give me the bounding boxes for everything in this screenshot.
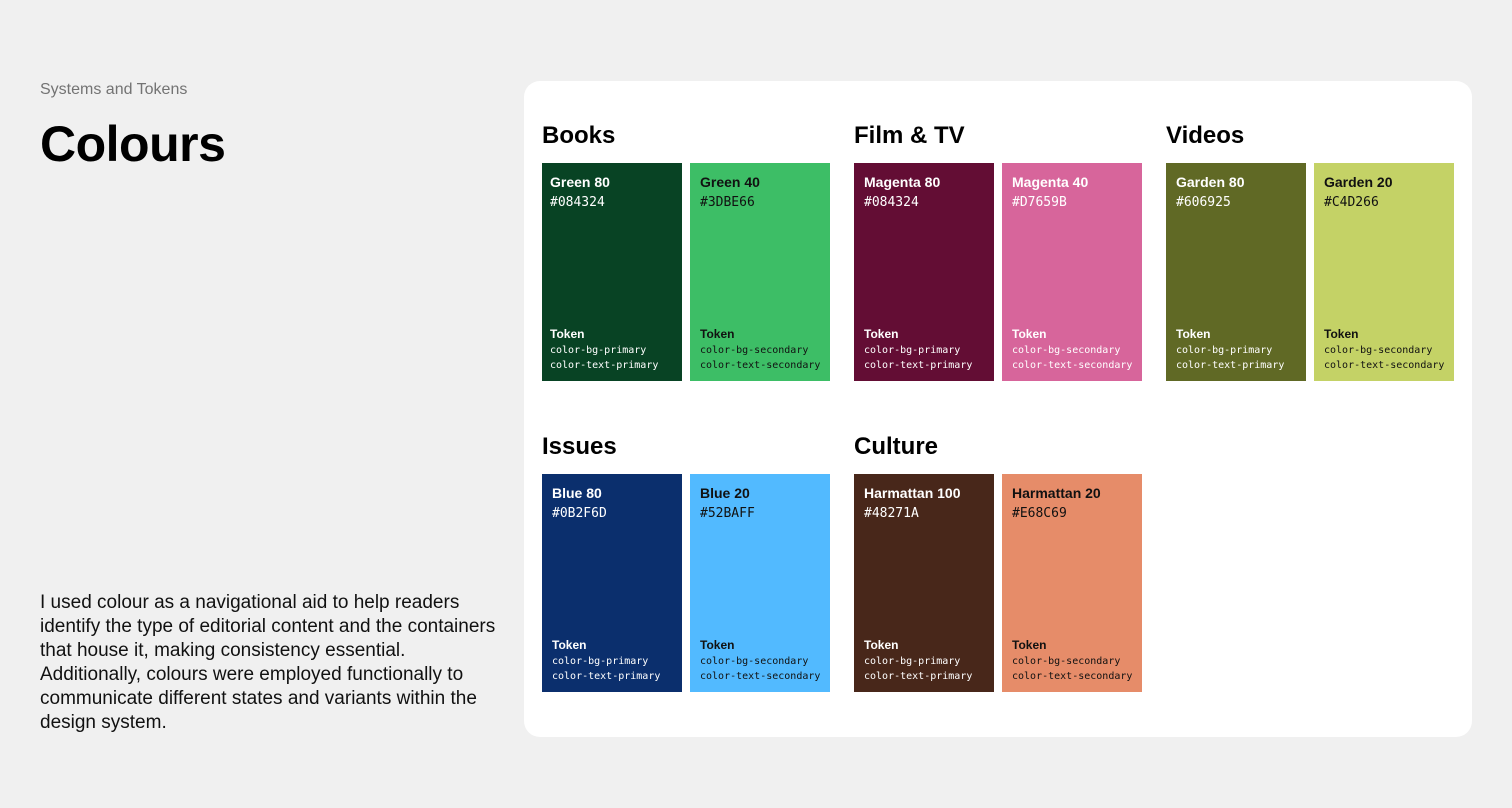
swatch-name: Magenta 80 (864, 174, 941, 190)
token-block: Token color-bg-primary color-text-primar… (1176, 326, 1284, 373)
token-block: Token color-bg-secondary color-text-seco… (700, 326, 820, 373)
swatch-hex: #48271A (864, 506, 919, 521)
token-text: color-text-secondary (1012, 360, 1133, 371)
swatch-name: Blue 80 (552, 485, 602, 501)
token-block: Token color-bg-primary color-text-primar… (864, 326, 972, 373)
token-block: Token color-bg-secondary color-text-seco… (1012, 637, 1132, 684)
swatch-hex: #E68C69 (1012, 506, 1067, 521)
token-bg: color-bg-secondary (700, 656, 809, 667)
colour-palette-card: Books Green 80 #084324 Token color-bg-pr… (524, 81, 1472, 737)
swatch-harmattan-100: Harmattan 100 #48271A Token color-bg-pri… (854, 474, 994, 692)
token-bg: color-bg-primary (552, 656, 649, 667)
token-block: Token color-bg-primary color-text-primar… (550, 326, 658, 373)
token-label: Token (1012, 327, 1047, 341)
token-text: color-text-secondary (700, 360, 821, 371)
token-text: color-text-primary (864, 671, 973, 682)
token-block: Token color-bg-primary color-text-primar… (864, 637, 972, 684)
swatch-magenta-80: Magenta 80 #084324 Token color-bg-primar… (854, 163, 994, 381)
token-label: Token (864, 638, 899, 652)
token-text: color-text-secondary (1012, 671, 1133, 682)
swatch-hex: #0B2F6D (552, 506, 607, 521)
swatch-hex: #084324 (550, 195, 605, 210)
swatch-name: Garden 80 (1176, 174, 1245, 190)
token-text: color-text-primary (1176, 360, 1285, 371)
token-bg: color-bg-primary (864, 345, 961, 356)
group-title: Videos (1166, 122, 1245, 149)
token-block: Token color-bg-secondary color-text-seco… (1324, 326, 1444, 373)
token-label: Token (552, 638, 587, 652)
swatch-hex: #084324 (864, 195, 919, 210)
token-text: color-text-secondary (700, 671, 821, 682)
token-bg: color-bg-secondary (1324, 345, 1433, 356)
page-eyebrow: Systems and Tokens (40, 81, 188, 98)
swatch-green-40: Green 40 #3DBE66 Token color-bg-secondar… (690, 163, 830, 381)
group-title: Issues (542, 433, 617, 460)
group-title: Film & TV (854, 122, 965, 149)
token-block: Token color-bg-secondary color-text-seco… (1012, 326, 1132, 373)
token-bg: color-bg-secondary (1012, 345, 1121, 356)
swatch-hex: #D7659B (1012, 195, 1067, 210)
swatch-blue-80: Blue 80 #0B2F6D Token color-bg-primary c… (542, 474, 682, 692)
page-title: Colours (40, 116, 226, 172)
swatch-name: Green 80 (550, 174, 610, 190)
token-block: Token color-bg-secondary color-text-seco… (700, 637, 820, 684)
swatch-name: Garden 20 (1324, 174, 1393, 190)
token-text: color-text-primary (552, 671, 661, 682)
swatch-blue-20: Blue 20 #52BAFF Token color-bg-secondary… (690, 474, 830, 692)
token-bg: color-bg-secondary (700, 345, 809, 356)
swatch-name: Harmattan 20 (1012, 485, 1101, 501)
description-text: I used colour as a navigational aid to h… (40, 592, 496, 733)
token-bg: color-bg-secondary (1012, 656, 1121, 667)
swatch-name: Harmattan 100 (864, 485, 961, 501)
group-title: Books (542, 122, 616, 149)
token-label: Token (700, 638, 735, 652)
swatch-name: Green 40 (700, 174, 760, 190)
token-bg: color-bg-primary (864, 656, 961, 667)
group-title: Culture (854, 433, 938, 460)
token-bg: color-bg-primary (550, 345, 647, 356)
token-label: Token (1176, 327, 1211, 341)
swatch-garden-80: Garden 80 #606925 Token color-bg-primary… (1166, 163, 1306, 381)
token-text: color-text-primary (550, 360, 659, 371)
token-text: color-text-secondary (1324, 360, 1445, 371)
swatch-garden-20: Garden 20 #C4D266 Token color-bg-seconda… (1314, 163, 1454, 381)
swatch-hex: #52BAFF (700, 506, 755, 521)
swatch-hex: #606925 (1176, 195, 1231, 210)
token-label: Token (864, 327, 899, 341)
swatch-magenta-40: Magenta 40 #D7659B Token color-bg-second… (1002, 163, 1142, 381)
swatch-harmattan-20: Harmattan 20 #E68C69 Token color-bg-seco… (1002, 474, 1142, 692)
token-bg: color-bg-primary (1176, 345, 1273, 356)
token-label: Token (550, 327, 585, 341)
swatch-name: Magenta 40 (1012, 174, 1089, 190)
token-label: Token (1324, 327, 1359, 341)
swatch-hex: #3DBE66 (700, 195, 755, 210)
token-label: Token (1012, 638, 1047, 652)
swatch-hex: #C4D266 (1324, 195, 1379, 210)
swatch-green-80: Green 80 #084324 Token color-bg-primary … (542, 163, 682, 381)
swatch-name: Blue 20 (700, 485, 750, 501)
token-block: Token color-bg-primary color-text-primar… (552, 637, 660, 684)
token-label: Token (700, 327, 735, 341)
token-text: color-text-primary (864, 360, 973, 371)
